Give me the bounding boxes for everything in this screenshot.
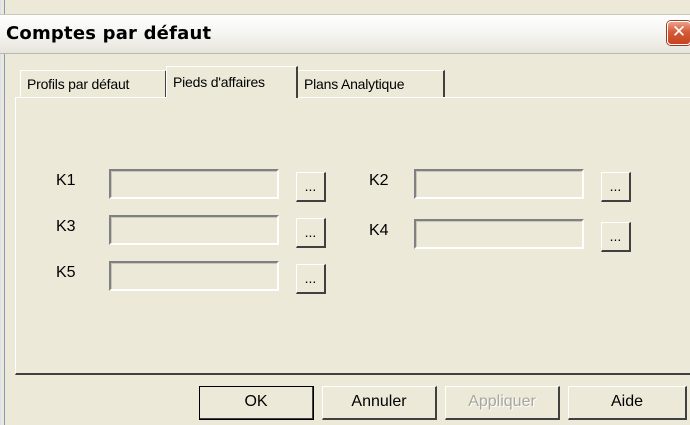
close-button[interactable]: ✕ xyxy=(667,21,690,45)
cancel-button[interactable]: Annuler xyxy=(322,386,437,420)
k2-label: K2 xyxy=(369,172,389,189)
k5-browse-label: ... xyxy=(304,270,317,286)
help-button[interactable]: Aide xyxy=(568,386,687,420)
k1-browse-label: ... xyxy=(304,178,317,194)
apply-button-label: Appliquer xyxy=(468,393,536,410)
window-frame xyxy=(0,0,5,425)
k2-field[interactable] xyxy=(414,169,584,199)
k4-browse-button[interactable]: ... xyxy=(601,222,631,252)
tab-label: Profils par défaut xyxy=(27,76,130,92)
tab-plans-analytique[interactable]: Plans Analytique xyxy=(297,70,445,98)
help-button-label: Aide xyxy=(610,393,644,410)
tab-label: Pieds d'affaires xyxy=(173,74,265,90)
k4-label: K4 xyxy=(369,222,389,239)
k5-field[interactable] xyxy=(109,261,279,291)
tab-pieds-daffaires[interactable]: Pieds d'affaires xyxy=(166,66,298,98)
window-title: Comptes par défaut xyxy=(6,23,212,44)
k3-browse-label: ... xyxy=(304,224,317,240)
dialog-window: Comptes par défaut ✕ Profils par défaut … xyxy=(0,0,690,425)
ok-button-label: OK xyxy=(244,393,268,410)
title-bar[interactable]: Comptes par défaut ✕ xyxy=(0,14,690,54)
apply-button[interactable]: Appliquer xyxy=(445,386,560,420)
tab-label: Plans Analytique xyxy=(304,76,405,92)
k1-field[interactable] xyxy=(109,169,279,199)
close-icon: ✕ xyxy=(671,22,687,42)
ok-button[interactable]: OK xyxy=(199,386,314,420)
tab-panel: K1 ... K2 ... K3 ... K4 ... K5 ... xyxy=(15,97,690,375)
k4-browse-label: ... xyxy=(609,228,622,244)
k2-browse-label: ... xyxy=(609,178,622,194)
k4-field[interactable] xyxy=(414,219,584,249)
k3-field[interactable] xyxy=(109,215,279,245)
cancel-button-label: Annuler xyxy=(351,393,407,410)
k1-browse-button[interactable]: ... xyxy=(296,172,326,202)
k3-label: K3 xyxy=(56,218,76,235)
tab-profils-par-defaut[interactable]: Profils par défaut xyxy=(20,70,167,98)
k2-browse-button[interactable]: ... xyxy=(601,172,631,202)
k3-browse-button[interactable]: ... xyxy=(296,218,326,248)
k5-label: K5 xyxy=(56,264,76,281)
k1-label: K1 xyxy=(56,172,76,189)
k5-browse-button[interactable]: ... xyxy=(296,264,326,294)
